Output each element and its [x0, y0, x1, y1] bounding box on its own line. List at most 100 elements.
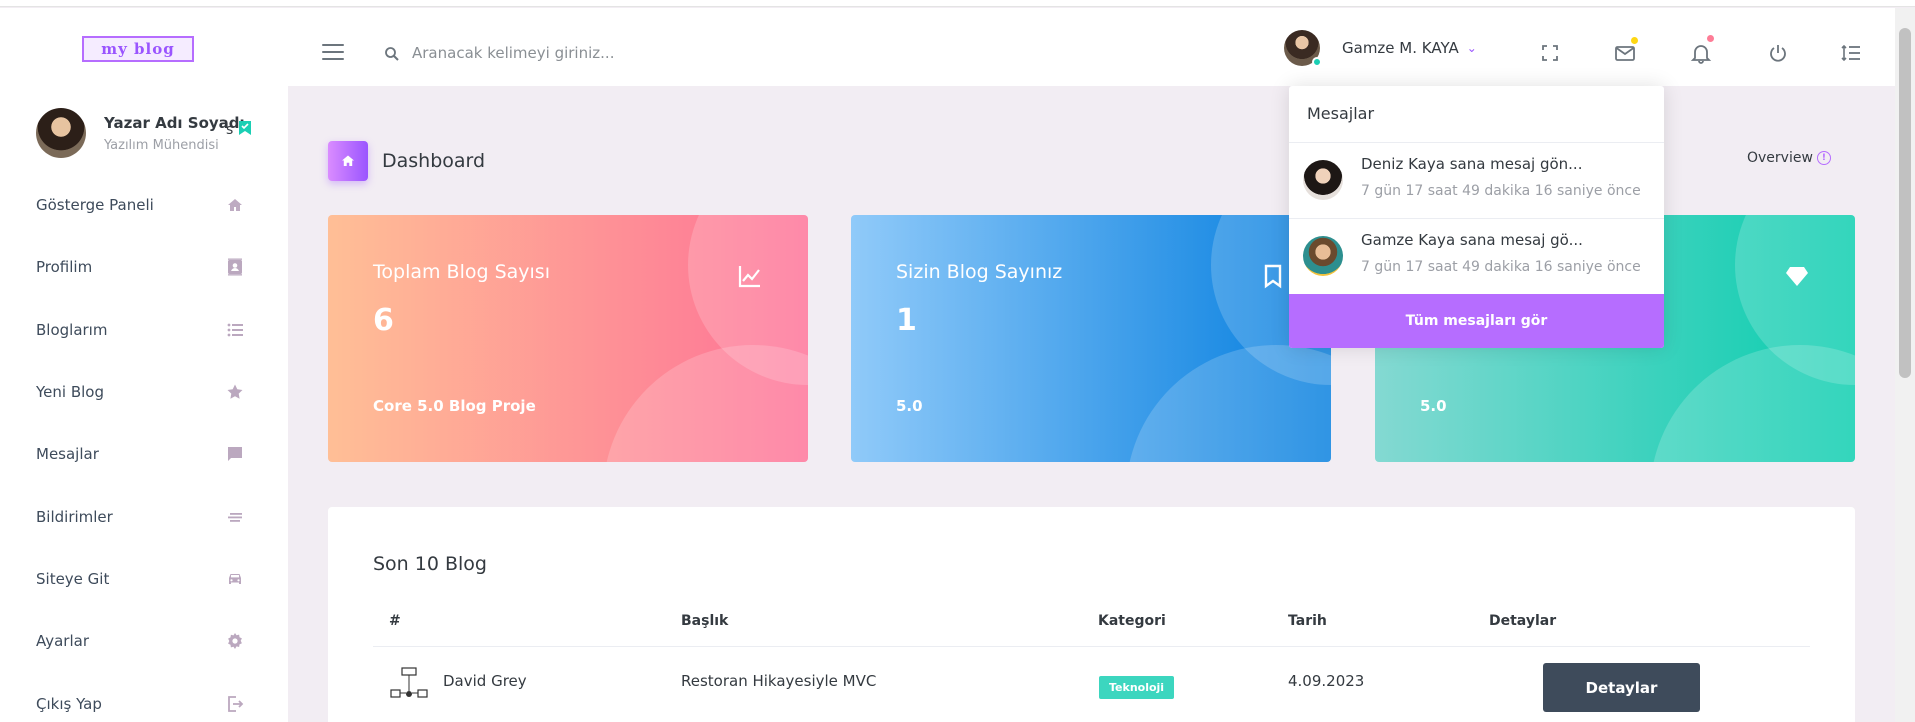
card-footer: 5.0: [1420, 397, 1447, 415]
car-icon: [229, 573, 241, 584]
home-icon: [228, 199, 242, 212]
brand-logo-text: my blog: [101, 40, 175, 58]
category-badge: Teknoloji: [1099, 676, 1175, 699]
sidebar-item-label: Gösterge Paneli: [36, 196, 154, 215]
message-title: Gamze Kaya sana mesaj gö...: [1361, 231, 1583, 249]
card-value: 1: [896, 303, 917, 338]
messages-dropdown: Mesajlar Deniz Kaya sana mesaj gön... 7 …: [1289, 86, 1664, 348]
format-line-spacing-icon[interactable]: [1840, 42, 1862, 64]
chart-line-icon: [738, 266, 760, 288]
sidebar-item-ayarlar[interactable]: Ayarlar: [0, 610, 288, 672]
scrollbar-thumb[interactable]: [1899, 28, 1911, 378]
sidebar-profile[interactable]: Yazar Adı Soyadı Yazılım Mühendisi s: [36, 108, 276, 160]
bookmark-icon: [1264, 264, 1282, 289]
mail-icon[interactable]: [1614, 37, 1638, 64]
online-status-dot: [1312, 57, 1322, 67]
sidebar-item-label: Siteye Git: [36, 569, 110, 588]
blog-title: Restoran Hikayesiyle MVC: [681, 672, 877, 690]
power-icon[interactable]: [1767, 42, 1789, 64]
column-header: Başlık: [681, 613, 729, 629]
message-icon: [228, 447, 242, 462]
sidebar: Yazar Adı Soyadı Yazılım Mühendisi s Gös…: [0, 86, 288, 722]
logout-icon: [228, 695, 244, 712]
blog-date: 4.09.2023: [1288, 672, 1365, 690]
sidebar-item-cikis-yap[interactable]: Çıkış Yap: [0, 672, 288, 722]
user-menu-toggle[interactable]: Gamze M. KAYA ⌄: [1284, 28, 1477, 68]
sidebar-item-bildirimler[interactable]: Bildirimler: [0, 485, 288, 547]
overview-link[interactable]: Overview !: [1747, 150, 1831, 166]
card-title: Sizin Blog Sayınız: [896, 261, 1063, 283]
sidebar-item-label: Bloglarım: [36, 320, 108, 339]
avatar: [1303, 160, 1343, 200]
stat-card-total-blogs: Toplam Blog Sayısı 6 Core 5.0 Blog Proje: [328, 215, 808, 462]
fullscreen-icon[interactable]: [1539, 42, 1561, 64]
menu-icon[interactable]: [322, 44, 344, 60]
card-decor-circle: [1126, 345, 1331, 462]
top-navbar: my blog Gamze M. KAYA ⌄: [0, 8, 1895, 86]
sidebar-item-yeni-blog[interactable]: Yeni Blog: [0, 361, 288, 423]
overview-label: Overview: [1747, 150, 1813, 166]
details-button[interactable]: Detaylar: [1543, 663, 1700, 712]
sidebar-item-mesajlar[interactable]: Mesajlar: [0, 423, 288, 485]
message-item[interactable]: Gamze Kaya sana mesaj gö... 7 gün 17 saa…: [1289, 219, 1664, 295]
sidebar-item-bloglarim[interactable]: Bloglarım: [0, 299, 288, 361]
user-name: Gamze M. KAYA: [1342, 39, 1459, 57]
bell-icon[interactable]: [1690, 35, 1714, 64]
column-header: Detaylar: [1489, 613, 1557, 629]
table-row: David Grey Restoran Hikayesiyle MVC Tekn…: [373, 648, 1810, 718]
profile-extra-text: s: [226, 122, 234, 138]
blog-thumbnail: [389, 666, 429, 704]
sidebar-item-label: Mesajlar: [36, 445, 99, 464]
star-icon: [227, 384, 243, 399]
diamond-icon: [1786, 267, 1808, 286]
page-scrollbar[interactable]: [1895, 8, 1915, 722]
contacts-icon: [228, 258, 242, 276]
card-title: Toplam Blog Sayısı: [373, 261, 550, 283]
notification-count-dot: [1707, 35, 1714, 42]
message-time: 7 gün 17 saat 49 dakika 16 saniye önce: [1361, 259, 1641, 275]
sidebar-item-label: Bildirimler: [36, 507, 113, 526]
dropdown-header: Mesajlar: [1307, 104, 1375, 123]
avatar: [36, 108, 86, 158]
chevron-down-icon: ⌄: [1466, 41, 1477, 55]
page-header: Dashboard: [328, 140, 485, 182]
sidebar-item-label: Profilim: [36, 258, 93, 277]
gear-icon: [228, 633, 242, 650]
author-name: David Grey: [443, 672, 527, 690]
card-footer: 5.0: [896, 397, 923, 415]
stat-card-your-blogs: Sizin Blog Sayınız 1 5.0: [851, 215, 1331, 462]
page-title: Dashboard: [382, 150, 486, 172]
home-icon: [328, 141, 368, 181]
avatar: [1284, 30, 1322, 67]
message-title: Deniz Kaya sana mesaj gön...: [1361, 155, 1583, 173]
sidebar-item-label: Yeni Blog: [36, 383, 104, 402]
sidebar-item-profilim[interactable]: Profilim: [0, 236, 288, 298]
see-all-messages-button[interactable]: Tüm mesajları gör: [1289, 294, 1664, 348]
sidebar-item-siteye-git[interactable]: Siteye Git: [0, 548, 288, 610]
notes-icon: [228, 512, 242, 522]
sidebar-item-gosterge-paneli[interactable]: Gösterge Paneli: [0, 174, 288, 236]
window-top-edge: [0, 0, 1915, 7]
table-header: # Başlık Kategori Tarih Detaylar: [373, 605, 1810, 647]
message-item[interactable]: Deniz Kaya sana mesaj gön... 7 gün 17 sa…: [1289, 143, 1664, 219]
card-decor-circle: [1650, 345, 1855, 462]
card-footer: Core 5.0 Blog Proje: [373, 397, 536, 415]
brand-logo[interactable]: my blog: [82, 36, 194, 62]
recent-blogs-card: Son 10 Blog # Başlık Kategori Tarih Deta…: [328, 507, 1855, 722]
sidebar-item-label: Ayarlar: [36, 632, 90, 651]
card-decor-circle: [603, 345, 808, 462]
sidebar-menu: Gösterge Paneli Profilim Bloglarım Yeni …: [0, 174, 288, 722]
profile-name: Yazar Adı Soyadı: [104, 114, 245, 132]
column-header: Kategori: [1098, 613, 1166, 629]
column-header: Tarih: [1288, 613, 1327, 629]
sidebar-item-label: Çıkış Yap: [36, 694, 102, 713]
bookmark-check-icon: [239, 121, 251, 135]
message-time: 7 gün 17 saat 49 dakika 16 saniye önce: [1361, 183, 1641, 199]
format-list-bulleted-icon: [227, 323, 243, 337]
info-icon: !: [1816, 151, 1831, 165]
search-input[interactable]: [412, 38, 712, 68]
table-title: Son 10 Blog: [373, 553, 487, 575]
search-icon: [385, 47, 399, 61]
card-value: 6: [373, 303, 394, 338]
column-header: #: [389, 613, 401, 629]
